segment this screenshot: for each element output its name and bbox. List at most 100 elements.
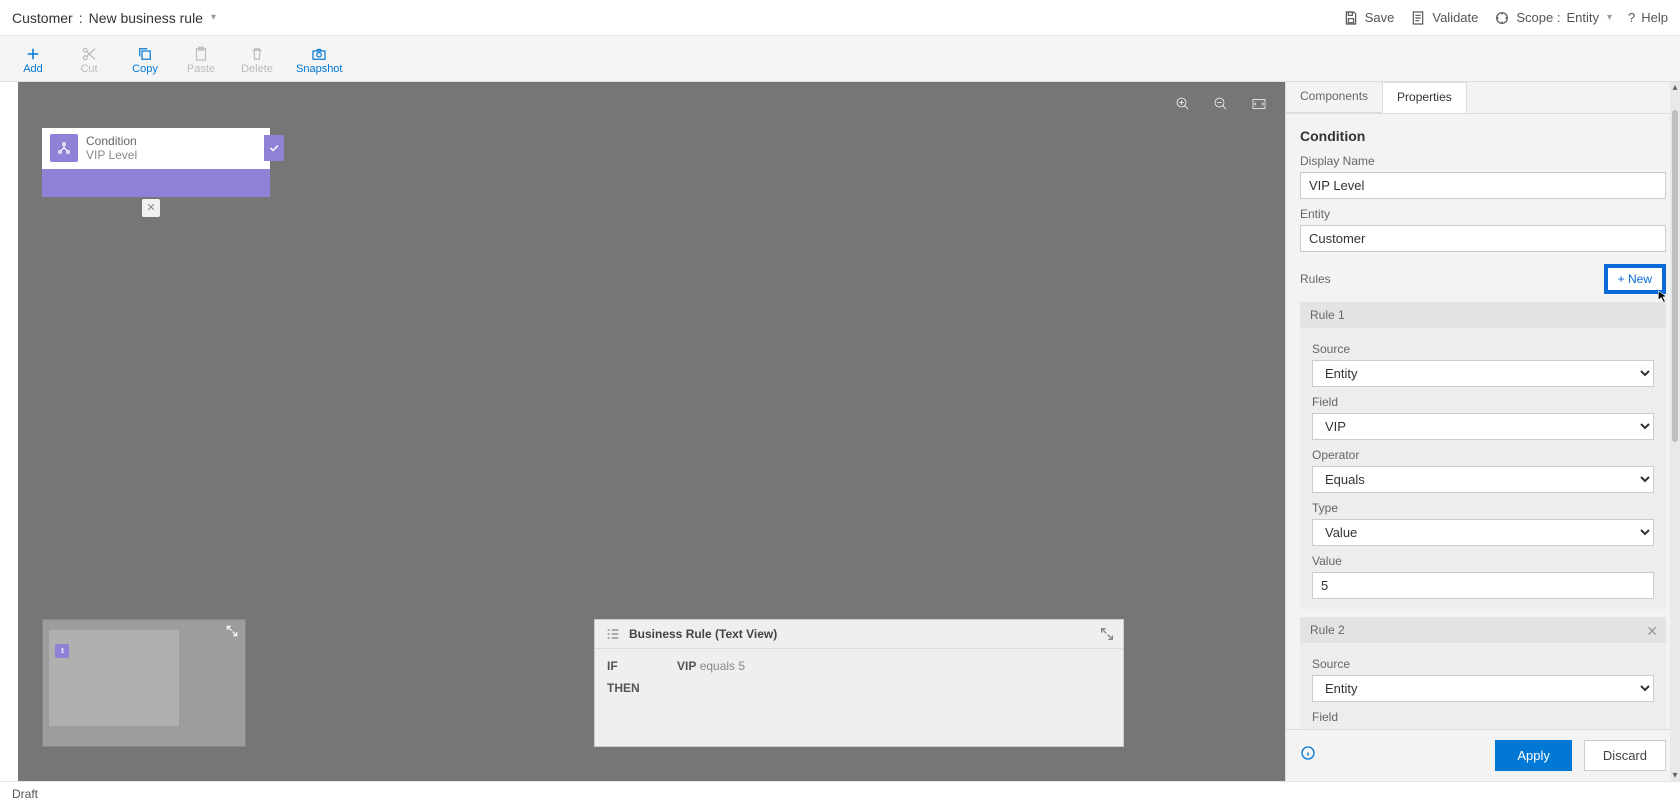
- rule-field: VIP: [677, 659, 696, 673]
- tab-properties[interactable]: Properties: [1382, 82, 1467, 113]
- rule-2-header[interactable]: Rule 2 ✕: [1300, 617, 1666, 643]
- cut-label: Cut: [80, 63, 97, 75]
- cut-button[interactable]: Cut: [72, 45, 106, 75]
- scope-value: Entity: [1566, 10, 1599, 25]
- condition-icon: [50, 134, 78, 162]
- apply-button[interactable]: Apply: [1495, 740, 1572, 771]
- operator-label: Operator: [1312, 448, 1654, 462]
- true-branch-handle[interactable]: [264, 135, 284, 161]
- entity-name: Customer: [12, 10, 73, 26]
- operator-select[interactable]: Equals: [1312, 466, 1654, 493]
- delete-icon: [248, 45, 266, 63]
- field-label: Field: [1312, 710, 1654, 724]
- zoom-out-button[interactable]: [1209, 92, 1233, 116]
- false-branch-handle[interactable]: ✕: [142, 199, 160, 217]
- fit-icon: [1250, 95, 1268, 113]
- scope-button[interactable]: Scope : Entity ▾: [1494, 10, 1612, 26]
- scrollbar[interactable]: ▴ ▾: [1670, 82, 1680, 781]
- source-label: Source: [1312, 657, 1654, 671]
- list-icon: [605, 626, 621, 642]
- expand-icon[interactable]: [1099, 626, 1115, 645]
- section-title: Condition: [1300, 128, 1666, 144]
- rule-1-header[interactable]: Rule 1: [1300, 302, 1666, 328]
- panel-footer: Apply Discard: [1286, 729, 1680, 781]
- condition-tile-header: Condition VIP Level: [42, 128, 270, 169]
- field-label: Field: [1312, 395, 1654, 409]
- paste-label: Paste: [187, 63, 215, 75]
- text-view-panel: Business Rule (Text View) IF VIP equals …: [594, 619, 1124, 747]
- panel-body: Condition Display Name Entity Rules + Ne…: [1286, 114, 1680, 729]
- help-button[interactable]: ? Help: [1628, 10, 1668, 25]
- title-separator: :: [79, 10, 83, 26]
- canvas-controls: [1171, 92, 1271, 116]
- tab-components[interactable]: Components: [1286, 82, 1382, 113]
- toolbar: Add Cut Copy Paste Delete Snapshot: [0, 36, 1680, 82]
- rule-name: New business rule: [89, 10, 203, 26]
- source-select[interactable]: Entity: [1312, 360, 1654, 387]
- plus-icon: [24, 45, 42, 63]
- validate-label: Validate: [1432, 10, 1478, 25]
- rule-2-title: Rule 2: [1310, 623, 1345, 637]
- help-label: Help: [1641, 10, 1668, 25]
- info-icon[interactable]: [1300, 745, 1316, 766]
- copy-label: Copy: [132, 63, 158, 75]
- display-name-input[interactable]: [1300, 172, 1666, 199]
- delete-button[interactable]: Delete: [240, 45, 274, 75]
- canvas[interactable]: Condition VIP Level ✕ Business Ru: [18, 82, 1285, 781]
- help-icon: ?: [1628, 10, 1635, 25]
- panel-tabs: Components Properties: [1286, 82, 1680, 114]
- display-name-label: Display Name: [1300, 154, 1666, 168]
- top-bar: Customer : New business rule ▾ Save Vali…: [0, 0, 1680, 36]
- condition-tile[interactable]: Condition VIP Level ✕: [42, 128, 270, 197]
- source-select[interactable]: Entity: [1312, 675, 1654, 702]
- scope-icon: [1494, 10, 1510, 26]
- condition-tile-body: [42, 169, 270, 197]
- title-area[interactable]: Customer : New business rule ▾: [12, 10, 216, 26]
- entity-input[interactable]: [1300, 225, 1666, 252]
- save-icon: [1343, 10, 1359, 26]
- snapshot-label: Snapshot: [296, 63, 342, 75]
- add-button[interactable]: Add: [16, 45, 50, 75]
- condition-title: Condition: [86, 134, 137, 148]
- status-text: Draft: [12, 787, 38, 801]
- zoom-in-icon: [1174, 95, 1192, 113]
- copy-button[interactable]: Copy: [128, 45, 162, 75]
- snapshot-button[interactable]: Snapshot: [296, 45, 342, 75]
- rule-2-body: Source Entity Field: [1300, 643, 1666, 729]
- scroll-down-icon[interactable]: ▾: [1670, 770, 1680, 781]
- field-select[interactable]: VIP: [1312, 413, 1654, 440]
- text-view-header: Business Rule (Text View): [595, 620, 1123, 649]
- save-button[interactable]: Save: [1343, 10, 1395, 26]
- chevron-down-icon[interactable]: ▾: [211, 12, 216, 23]
- new-rule-button[interactable]: + New: [1604, 264, 1666, 294]
- text-view-title: Business Rule (Text View): [629, 627, 777, 641]
- rule-rest: equals 5: [700, 659, 745, 673]
- zoom-out-icon: [1212, 95, 1230, 113]
- type-select[interactable]: Value: [1312, 519, 1654, 546]
- close-icon[interactable]: ✕: [1646, 623, 1658, 640]
- then-keyword: THEN: [607, 681, 647, 695]
- side-panel: Components Properties Condition Display …: [1285, 82, 1680, 781]
- paste-icon: [192, 45, 210, 63]
- add-label: Add: [23, 63, 43, 75]
- condition-subtitle: VIP Level: [86, 148, 137, 162]
- delete-label: Delete: [241, 63, 273, 75]
- discard-button[interactable]: Discard: [1584, 740, 1666, 771]
- fit-button[interactable]: [1247, 92, 1271, 116]
- validate-button[interactable]: Validate: [1410, 10, 1478, 26]
- chevron-down-icon: ▾: [1607, 12, 1612, 23]
- rules-label: Rules: [1300, 272, 1331, 286]
- scrollbar-thumb[interactable]: [1672, 110, 1678, 442]
- status-bar: Draft: [0, 781, 1680, 805]
- save-label: Save: [1365, 10, 1395, 25]
- zoom-in-button[interactable]: [1171, 92, 1195, 116]
- scope-label: Scope :: [1516, 10, 1560, 25]
- minimap[interactable]: [42, 619, 246, 747]
- paste-button[interactable]: Paste: [184, 45, 218, 75]
- source-label: Source: [1312, 342, 1654, 356]
- expand-icon[interactable]: [225, 624, 239, 643]
- value-input[interactable]: [1312, 572, 1654, 599]
- scroll-up-icon[interactable]: ▴: [1670, 82, 1680, 93]
- main: Condition VIP Level ✕ Business Ru: [0, 82, 1680, 781]
- type-label: Type: [1312, 501, 1654, 515]
